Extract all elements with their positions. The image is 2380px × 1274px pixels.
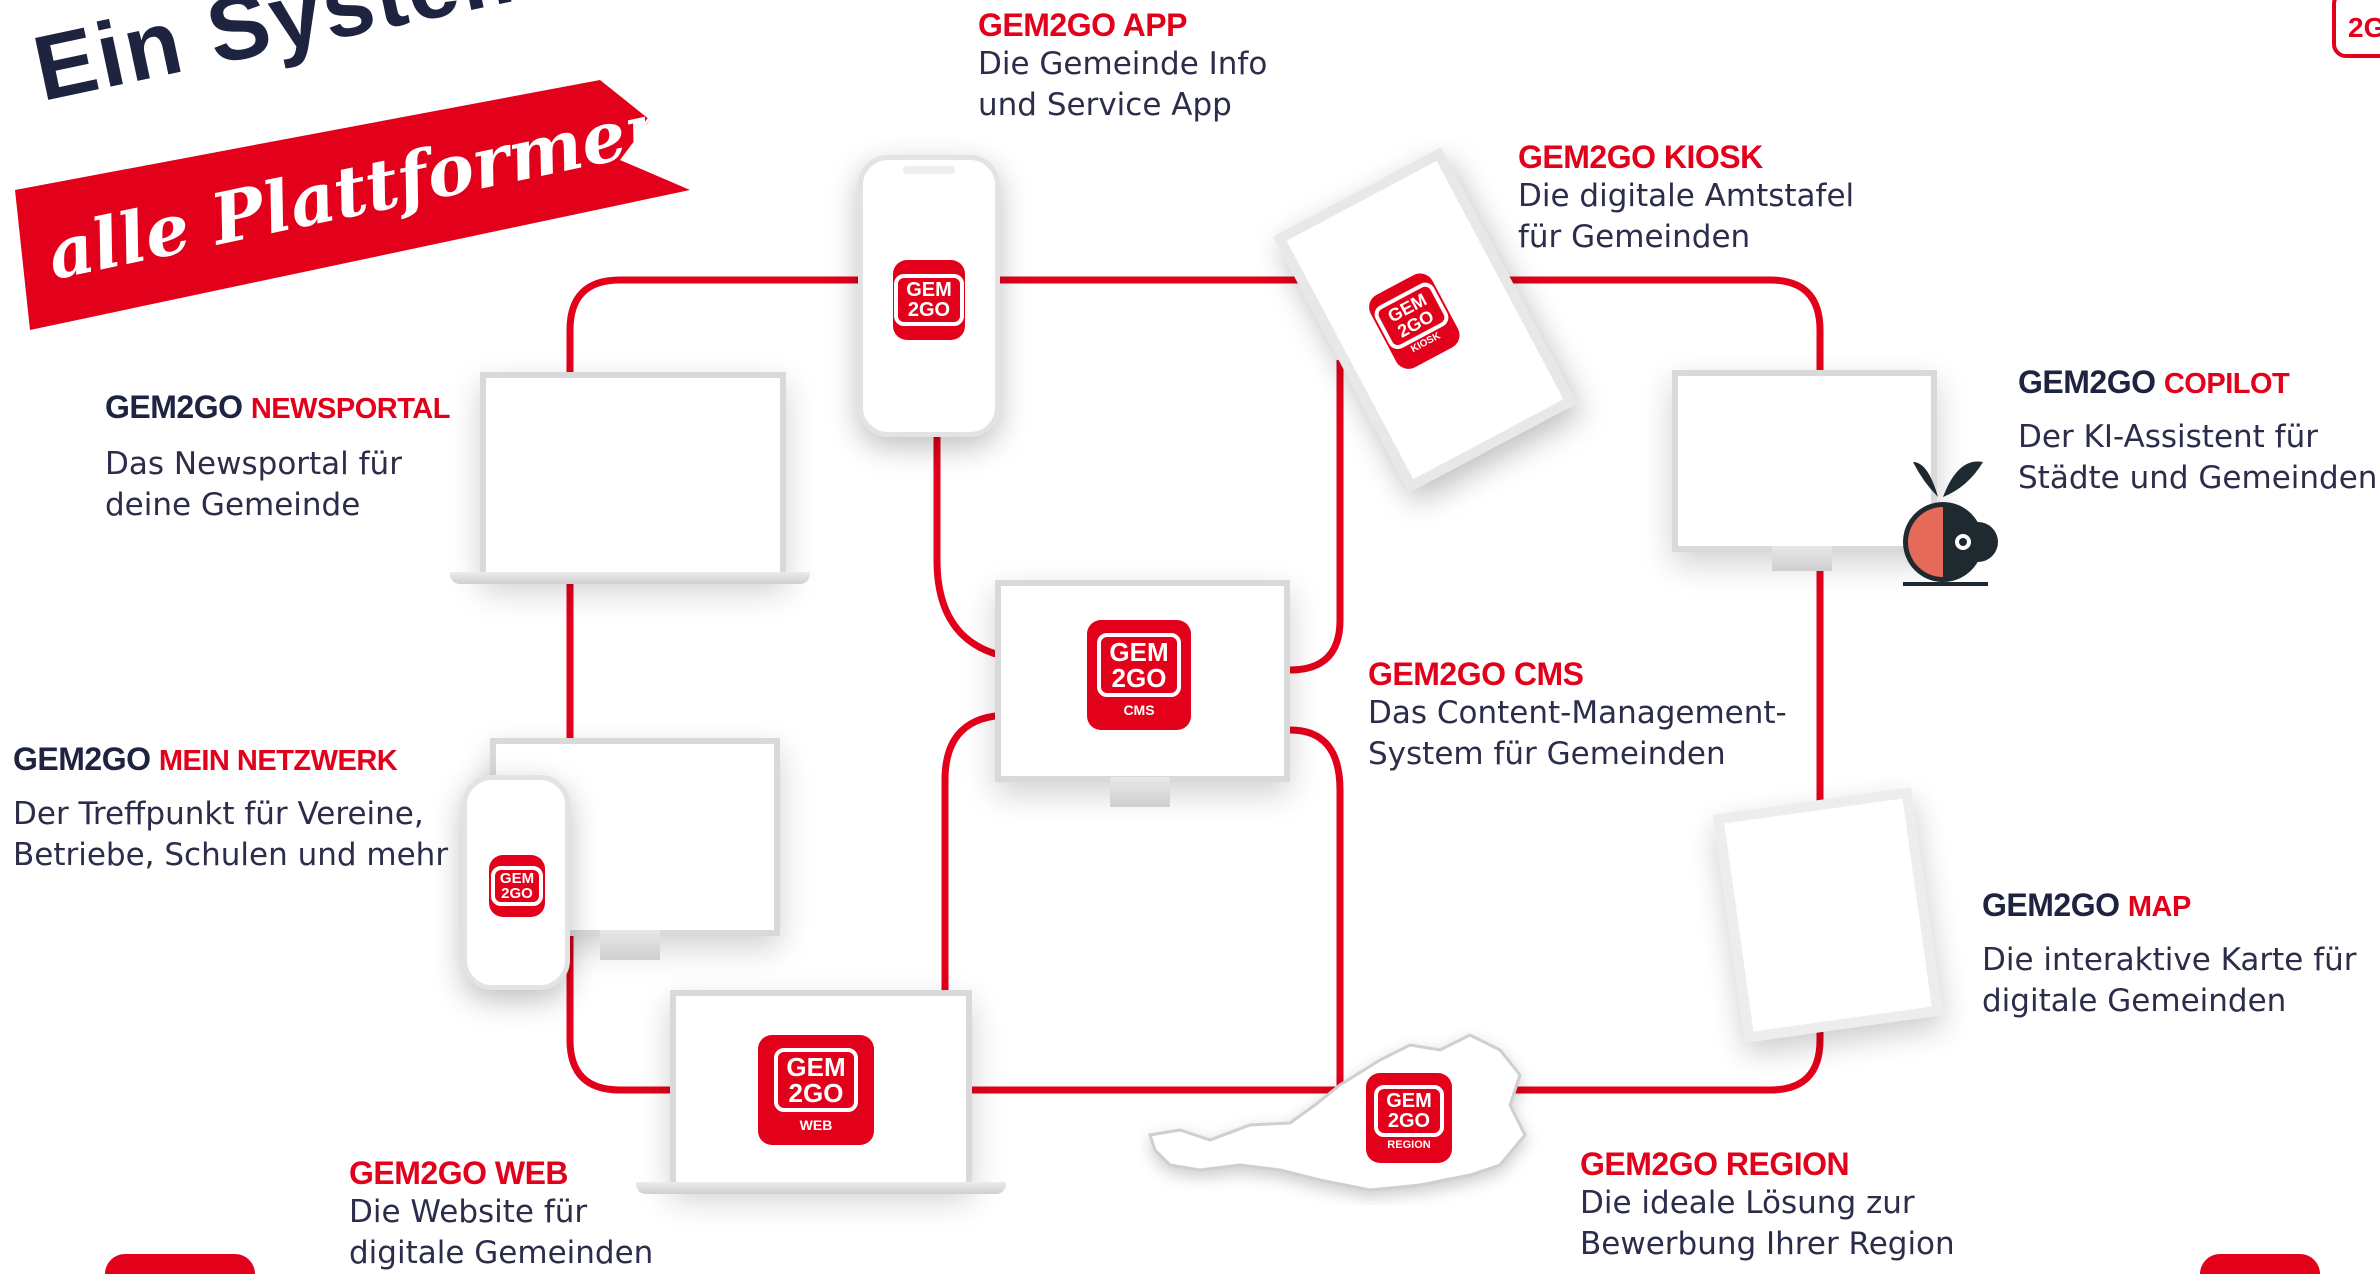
map-desc-line-2: digitale Gemeinden bbox=[1982, 983, 2287, 1019]
bottom-left-accent bbox=[105, 1254, 255, 1274]
cms-label: GEM2GO CMS Das Content-Management- Syste… bbox=[1368, 655, 1787, 775]
app-desc-line-1: Die Gemeinde Info bbox=[978, 46, 1268, 82]
newsportal-title: GEM2GO NEWSPORTAL bbox=[105, 389, 450, 425]
region-label: GEM2GO REGION Die ideale Lösung zur Bewe… bbox=[1580, 1145, 1955, 1265]
region-desc-line-2: Bewerbung Ihrer Region bbox=[1580, 1226, 1955, 1262]
web-title: GEM2GO WEB bbox=[349, 1155, 569, 1191]
gem2go-web-icon: GEM 2GO WEB bbox=[758, 1035, 874, 1145]
web-label: GEM2GO WEB Die Website für digitale Geme… bbox=[349, 1154, 653, 1274]
copilot-title: GEM2GO COPILOT bbox=[2018, 364, 2290, 400]
newsportal-laptop bbox=[450, 372, 810, 592]
corner-badge: 2G bbox=[2332, 0, 2380, 58]
app-desc-line-2: und Service App bbox=[978, 87, 1232, 123]
gem2go-netzwerk-icon: GEM 2GO bbox=[489, 855, 545, 917]
app-phone-device: GEM 2GO bbox=[858, 155, 1000, 437]
netzwerk-desc-line-1: Der Treffpunkt für Vereine, bbox=[13, 796, 424, 832]
kiosk-label: GEM2GO KIOSK Die digitale Amtstafel für … bbox=[1518, 138, 1854, 258]
hero-banner: Ein System alle Plattformen! bbox=[0, 0, 713, 330]
netzwerk-title: GEM2GO MEIN NETZWERK bbox=[13, 741, 398, 777]
phone-notch bbox=[903, 166, 955, 174]
map-tablet bbox=[1712, 787, 1944, 1043]
region-desc-line-1: Die ideale Lösung zur bbox=[1580, 1185, 1915, 1221]
app-title: GEM2GO APP bbox=[978, 7, 1187, 43]
web-desc-line-2: digitale Gemeinden bbox=[349, 1235, 654, 1271]
kiosk-desc-line-1: Die digitale Amtstafel bbox=[1518, 178, 1855, 214]
web-laptop: GEM 2GO WEB bbox=[636, 990, 1006, 1205]
kiosk-desc-line-2: für Gemeinden bbox=[1518, 219, 1751, 255]
kiosk-title: GEM2GO KIOSK bbox=[1518, 139, 1763, 175]
web-desc-line-1: Die Website für bbox=[349, 1194, 588, 1230]
netzwerk-label: GEM2GO MEIN NETZWERK Der Treffpunkt für … bbox=[13, 740, 448, 876]
cms-desc-line-2: System für Gemeinden bbox=[1368, 736, 1726, 772]
copilot-mascot-icon bbox=[1888, 442, 2008, 592]
map-label: GEM2GO MAP Die interaktive Karte für dig… bbox=[1982, 886, 2357, 1022]
bottom-right-accent bbox=[2200, 1254, 2320, 1274]
map-desc-line-1: Die interaktive Karte für bbox=[1982, 942, 2357, 978]
app-label: GEM2GO APP Die Gemeinde Info und Service… bbox=[978, 6, 1267, 126]
copilot-desc-line-2: Städte und Gemeinden bbox=[2018, 460, 2378, 496]
newsportal-desc-line-2: deine Gemeinde bbox=[105, 487, 361, 523]
netzwerk-desc-line-2: Betriebe, Schulen und mehr bbox=[13, 837, 449, 873]
gem2go-cms-icon: GEM 2GO CMS bbox=[1087, 620, 1191, 730]
copilot-desc-line-1: Der KI-Assistent für bbox=[2018, 419, 2318, 455]
cms-desc-line-1: Das Content-Management- bbox=[1368, 695, 1787, 731]
newsportal-label: GEM2GO NEWSPORTAL Das Newsportal für dei… bbox=[105, 388, 450, 526]
gem2go-kiosk-icon: GEM 2GO KIOSK bbox=[1364, 268, 1465, 374]
gem2go-region-icon: GEM 2GO REGION bbox=[1366, 1073, 1452, 1163]
copilot-label: GEM2GO COPILOT Der KI-Assistent für Städ… bbox=[2018, 363, 2377, 499]
region-austria-map: GEM 2GO REGION bbox=[1140, 1005, 1540, 1205]
newsportal-desc-line-1: Das Newsportal für bbox=[105, 446, 402, 482]
cms-title: GEM2GO CMS bbox=[1368, 656, 1584, 692]
map-title: GEM2GO MAP bbox=[1982, 887, 2191, 923]
netzwerk-phone: GEM 2GO bbox=[462, 775, 570, 990]
corner-badge-text: 2G bbox=[2348, 12, 2380, 43]
cms-monitor: GEM 2GO CMS bbox=[995, 580, 1290, 820]
gem2go-app-icon: GEM 2GO bbox=[893, 260, 965, 340]
region-title: GEM2GO REGION bbox=[1580, 1146, 1850, 1182]
